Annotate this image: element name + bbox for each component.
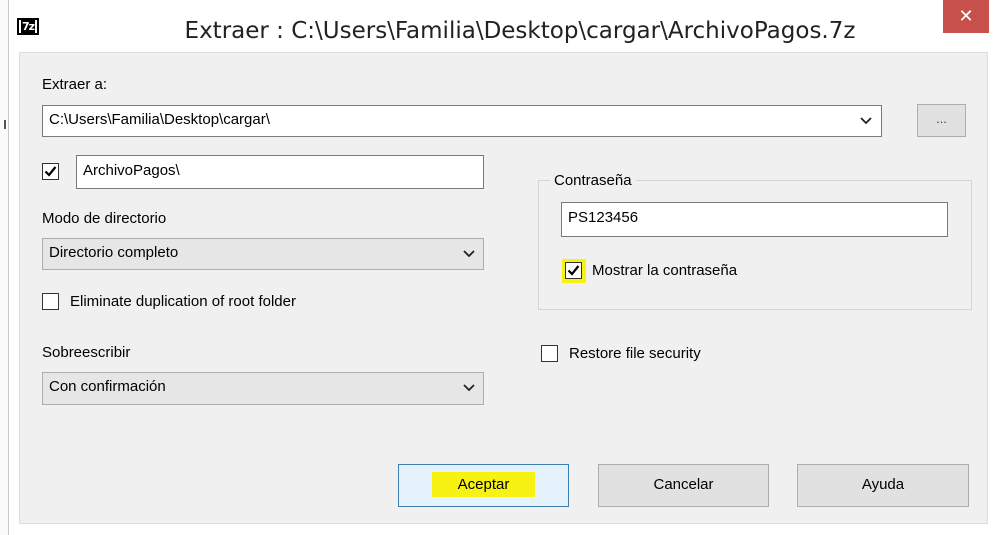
close-icon: ✕ xyxy=(958,6,974,27)
restore-security-label[interactable]: Restore file security xyxy=(569,345,701,363)
eliminate-duplication-label[interactable]: Eliminate duplication of root folder xyxy=(70,293,296,311)
path-mode-select[interactable]: Directorio completo xyxy=(42,238,484,270)
browse-button[interactable]: ... xyxy=(917,104,966,137)
subfolder-input[interactable]: ArchivoPagos\ xyxy=(76,155,484,189)
help-button[interactable]: Ayuda xyxy=(797,464,969,507)
overwrite-select[interactable]: Con confirmación xyxy=(42,372,484,405)
show-password-label[interactable]: Mostrar la contraseña xyxy=(592,262,737,280)
extract-to-label: Extraer a: xyxy=(42,76,108,93)
checkmark-icon xyxy=(44,166,57,177)
checkmark-icon xyxy=(567,265,580,276)
background-window-edge xyxy=(0,0,9,535)
show-password-checkbox[interactable] xyxy=(565,262,582,279)
chevron-down-icon[interactable] xyxy=(461,380,477,401)
path-mode-label: Modo de directorio xyxy=(42,210,167,227)
ok-button[interactable]: Aceptar xyxy=(398,464,569,507)
extract-path-combobox[interactable]: C:\Users\Familia\Desktop\cargar\ xyxy=(42,105,882,137)
chevron-down-icon[interactable] xyxy=(858,113,874,134)
password-value: PS123456 xyxy=(568,209,639,226)
password-group-label: Contraseña xyxy=(550,172,636,190)
window-title: Extraer : C:\Users\Familia\Desktop\carga… xyxy=(184,18,856,44)
subfolder-value: ArchivoPagos\ xyxy=(83,162,180,179)
eliminate-duplication-checkbox[interactable] xyxy=(42,293,59,310)
password-input[interactable]: PS123456 xyxy=(561,202,948,237)
password-groupbox xyxy=(538,180,972,310)
app-icon: 7z xyxy=(17,18,39,35)
overwrite-value: Con confirmación xyxy=(49,378,166,395)
ok-button-label: Aceptar xyxy=(431,472,536,497)
chevron-down-icon[interactable] xyxy=(461,246,477,267)
restore-security-checkbox[interactable] xyxy=(541,345,558,362)
overwrite-label: Sobreescribir xyxy=(42,344,131,361)
path-mode-value: Directorio completo xyxy=(49,244,179,261)
background-window-marker xyxy=(4,120,6,129)
close-button[interactable]: ✕ xyxy=(943,0,989,33)
extract-path-value: C:\Users\Familia\Desktop\cargar\ xyxy=(49,111,270,128)
cancel-button[interactable]: Cancelar xyxy=(598,464,769,507)
subfolder-checkbox[interactable] xyxy=(42,163,59,180)
